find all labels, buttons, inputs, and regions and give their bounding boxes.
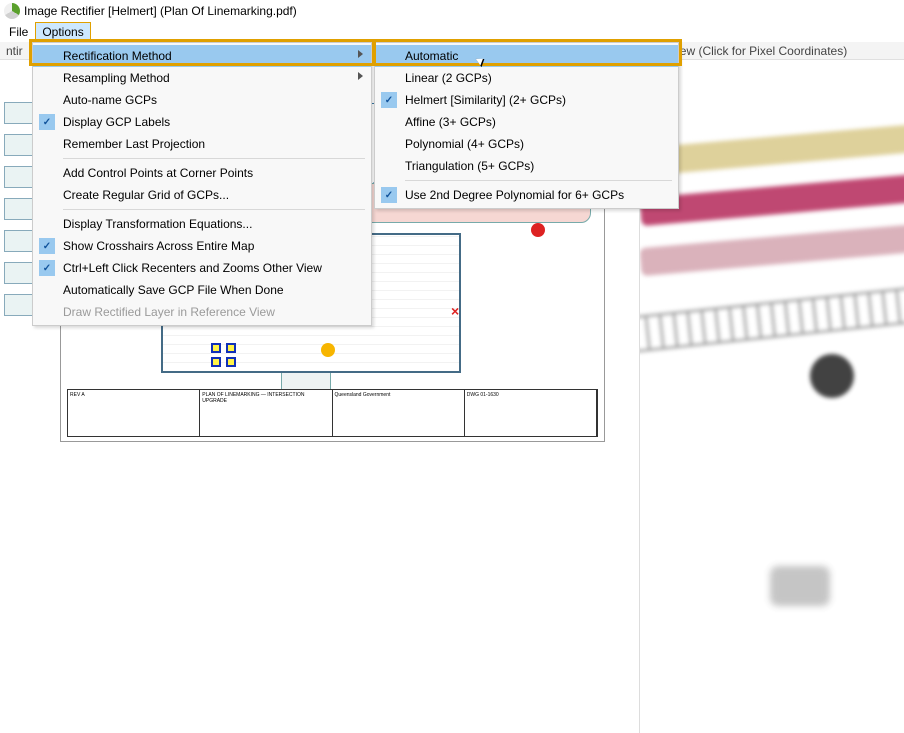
submenu-affine[interactable]: Affine (3+ GCPs) [375,111,678,133]
check-icon: ✓ [381,187,397,203]
menu-item-label: Auto-name GCPs [63,93,157,107]
check-icon: ✓ [39,260,55,276]
menu-ctrl-left-click[interactable]: ✓ Ctrl+Left Click Recenters and Zooms Ot… [33,257,371,279]
menu-item-label: Remember Last Projection [63,137,205,151]
menu-item-label: Add Control Points at Corner Points [63,166,253,180]
menu-resampling-method[interactable]: Resampling Method [33,67,371,89]
submenu-helmert[interactable]: ✓ Helmert [Similarity] (2+ GCPs) [375,89,678,111]
menu-bar: File Options [0,22,904,42]
menu-separator [405,180,672,181]
menu-file[interactable]: File [2,22,35,42]
menu-add-corner-points[interactable]: Add Control Points at Corner Points [33,162,371,184]
check-icon: ✓ [39,238,55,254]
menu-item-label: Use 2nd Degree Polynomial for 6+ GCPs [405,188,624,202]
source-header-partial: ntir [6,44,23,58]
menu-item-label: Ctrl+Left Click Recenters and Zooms Othe… [63,261,322,275]
gcp-marker[interactable] [226,343,236,353]
window-title: Image Rectifier [Helmert] (Plan Of Linem… [24,4,297,18]
menu-draw-rectified-layer: Draw Rectified Layer in Reference View [33,301,371,323]
menu-item-label: Display Transformation Equations... [63,217,252,231]
app-icon [4,3,20,19]
gcp-marker[interactable] [226,357,236,367]
menu-item-label: Display GCP Labels [63,115,170,129]
submenu-automatic[interactable]: Automatic [375,45,678,67]
menu-show-crosshairs[interactable]: ✓ Show Crosshairs Across Entire Map [33,235,371,257]
menu-separator [63,158,365,159]
title-bar: Image Rectifier [Helmert] (Plan Of Linem… [0,0,904,22]
menu-item-label: Automatic [405,49,458,63]
menu-auto-name-gcps[interactable]: Auto-name GCPs [33,89,371,111]
check-icon: ✓ [381,92,397,108]
menu-item-label: Automatically Save GCP File When Done [63,283,284,297]
menu-item-label: Polynomial (4+ GCPs) [405,137,524,151]
submenu-arrow-icon [358,72,363,80]
submenu-arrow-icon [358,50,363,58]
options-dropdown: Rectification Method Resampling Method A… [32,42,372,326]
reference-image[interactable] [650,42,904,733]
menu-item-label: Linear (2 GCPs) [405,71,492,85]
menu-item-label: Rectification Method [63,49,172,63]
gcp-marker[interactable] [211,357,221,367]
menu-display-equations[interactable]: Display Transformation Equations... [33,213,371,235]
menu-separator [63,209,365,210]
menu-options[interactable]: Options [35,22,90,42]
menu-display-gcp-labels[interactable]: ✓ Display GCP Labels [33,111,371,133]
menu-item-label: Helmert [Similarity] (2+ GCPs) [405,93,566,107]
menu-item-label: Affine (3+ GCPs) [405,115,496,129]
submenu-polynomial[interactable]: Polynomial (4+ GCPs) [375,133,678,155]
rectification-submenu: Automatic Linear (2 GCPs) ✓ Helmert [Sim… [374,42,679,209]
menu-autosave-gcp[interactable]: Automatically Save GCP File When Done [33,279,371,301]
menu-item-label: Show Crosshairs Across Entire Map [63,239,254,253]
submenu-linear[interactable]: Linear (2 GCPs) [375,67,678,89]
menu-create-grid-gcps[interactable]: Create Regular Grid of GCPs... [33,184,371,206]
menu-item-label: Triangulation (5+ GCPs) [405,159,534,173]
submenu-triangulation[interactable]: Triangulation (5+ GCPs) [375,155,678,177]
menu-item-label: Create Regular Grid of GCPs... [63,188,229,202]
gcp-marker[interactable] [211,343,221,353]
menu-item-label: Draw Rectified Layer in Reference View [63,305,275,319]
submenu-use-2nd-degree[interactable]: ✓ Use 2nd Degree Polynomial for 6+ GCPs [375,184,678,206]
drawing-title-block: REV APLAN OF LINEMARKING — INTERSECTION … [67,389,598,437]
menu-rectification-method[interactable]: Rectification Method [33,45,371,67]
reference-pane: ned View (Click for Pixel Coordinates) [640,42,904,733]
check-icon: ✓ [39,114,55,130]
menu-item-label: Resampling Method [63,71,170,85]
menu-remember-last-projection[interactable]: Remember Last Projection [33,133,371,155]
